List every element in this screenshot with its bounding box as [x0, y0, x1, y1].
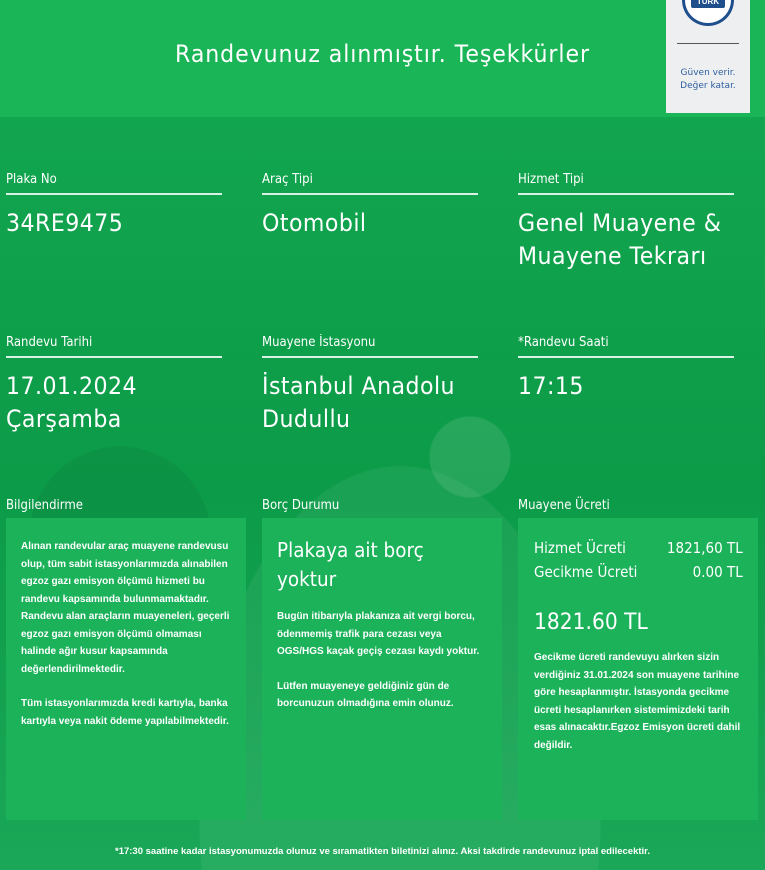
bilgilendirme-text-1: Alınan randevular araç muayene randevusu… [21, 541, 230, 675]
badge-divider [677, 43, 739, 44]
borc-text-1: Bugün itibarıyla plakanıza ait vergi bor… [277, 611, 480, 657]
randevu-tarihi-value: 17.01.2024 Çarşamba [6, 372, 138, 433]
ucret-panel: Hizmet Ücreti 1821,60 TL Gecikme Ücreti … [518, 518, 758, 820]
arac-tipi-value: Otomobil [262, 209, 367, 237]
brand-logo-text: TÜRK [691, 0, 725, 8]
plaka-value: 34RE9475 [6, 209, 124, 237]
randevu-saati-value: 17:15 [518, 372, 584, 400]
randevu-tarihi-field: Randevu Tarihi 17.01.2024 Çarşamba [6, 335, 246, 436]
plaka-field: Plaka No 34RE9475 [6, 172, 246, 240]
gecikme-ucreti-value: 0.00 TL [692, 563, 743, 581]
hizmet-ucreti-row: Hizmet Ücreti 1821,60 TL [534, 536, 743, 560]
hizmet-tipi-value: Genel Muayene & Muayene Tekrarı [518, 209, 722, 270]
randevu-tarihi-label: Randevu Tarihi [6, 335, 222, 358]
footer-note: *17:30 saatine kadar istasyonumuzda olun… [115, 846, 650, 857]
istasyon-label: Muayene İstasyonu [262, 335, 478, 358]
brand-tagline-2: Değer katar. [680, 81, 736, 91]
ucret-note: Gecikme ücreti randevuyu alırken sizin v… [534, 652, 741, 751]
bilgilendirme-panel: Alınan randevular araç muayene randevusu… [6, 518, 246, 820]
brand-tagline: Güven verir. Değer katar. [666, 67, 750, 93]
borc-panel: Plakaya ait borç yoktur Bugün itibarıyla… [262, 518, 502, 820]
randevu-saati-label: *Randevu Saati [518, 335, 734, 358]
hizmet-tipi-field: Hizmet Tipi Genel Muayene & Muayene Tekr… [518, 172, 758, 273]
istasyon-field: Muayene İstasyonu İstanbul Anadolu Dudul… [262, 335, 502, 436]
header-bar: Randevunuz alınmıştır. Teşekkürler [0, 0, 765, 117]
gecikme-ucreti-row: Gecikme Ücreti 0.00 TL [534, 560, 743, 584]
borc-text-2: Lütfen muayeneye geldiğiniz gün de borcu… [277, 680, 454, 710]
plaka-label: Plaka No [6, 172, 222, 195]
page-title: Randevunuz alınmıştır. Teşekkürler [175, 40, 590, 68]
arac-tipi-field: Araç Tipi Otomobil [262, 172, 502, 240]
brand-logo: TÜRK [682, 0, 734, 26]
gecikme-ucreti-label: Gecikme Ücreti [534, 563, 638, 581]
toplam-ucret: 1821.60 TL [534, 610, 648, 635]
hizmet-ucreti-value: 1821,60 TL [666, 539, 743, 557]
hizmet-tipi-label: Hizmet Tipi [518, 172, 734, 195]
arac-tipi-label: Araç Tipi [262, 172, 478, 195]
randevu-saati-field: *Randevu Saati 17:15 [518, 335, 758, 403]
borc-title: Plakaya ait borç yoktur [277, 538, 424, 591]
brand-tagline-1: Güven verir. [680, 68, 736, 78]
bilgilendirme-text-2: Tüm istasyonlarımızda kredi kartıyla, ba… [21, 698, 229, 727]
hizmet-ucreti-label: Hizmet Ücreti [534, 539, 626, 557]
istasyon-value: İstanbul Anadolu Dudullu [262, 372, 456, 433]
brand-badge: TÜRK Güven verir. Değer katar. [666, 0, 750, 113]
